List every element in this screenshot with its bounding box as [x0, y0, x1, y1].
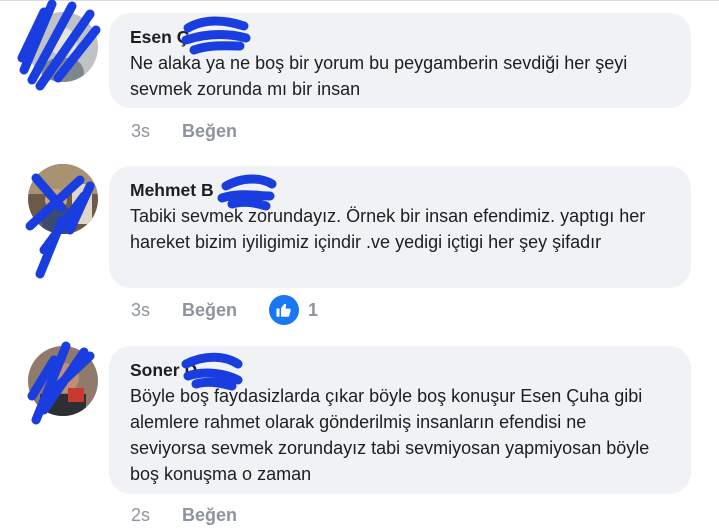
avatar[interactable]	[28, 346, 98, 416]
comment-author[interactable]: Esen Ç	[130, 26, 189, 48]
top-divider	[0, 0, 719, 1]
like-button[interactable]: Beğen	[182, 504, 237, 526]
comment-bubble: Esen Ç Ne alaka ya ne boş bir yorum bu p…	[109, 13, 691, 108]
comment-bubble: Mehmet B Tabiki sevmek zorundayız. Örnek…	[109, 166, 691, 288]
like-button[interactable]: Beğen	[182, 299, 237, 321]
comment-text: Ne alaka ya ne boş bir yorum bu peygambe…	[130, 53, 628, 99]
comment-bubble: Soner D Böyle boş faydasizlarda çıkar bö…	[109, 346, 691, 494]
comment-time[interactable]: 3s	[131, 120, 171, 142]
comment-text: Tabiki sevmek zorundayız. Örnek bir insa…	[130, 206, 646, 252]
comment-time[interactable]: 3s	[131, 299, 171, 321]
like-button[interactable]: Beğen	[182, 120, 237, 142]
comment-time[interactable]: 2s	[131, 504, 171, 526]
thumbs-up-icon[interactable]	[269, 295, 299, 325]
comment-author[interactable]: Soner D	[130, 359, 197, 381]
reaction-count[interactable]: 1	[308, 299, 318, 321]
avatar[interactable]	[28, 12, 98, 82]
comment-text: Böyle boş faydasizlarda çıkar böyle boş …	[130, 386, 650, 484]
comment-author[interactable]: Mehmet B	[130, 179, 214, 201]
avatar[interactable]	[28, 164, 98, 234]
